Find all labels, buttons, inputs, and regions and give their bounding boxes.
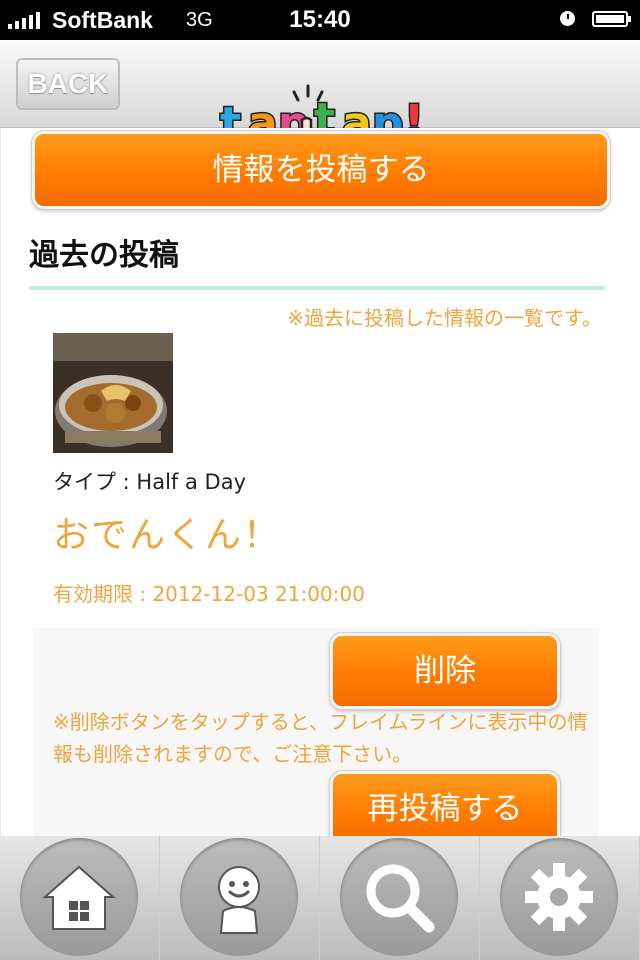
profile-icon xyxy=(218,866,260,934)
section-divider xyxy=(29,286,605,290)
list-note: ※過去に投稿した情報の一覧です。 xyxy=(287,306,602,330)
back-button[interactable]: BACK xyxy=(16,58,120,110)
alarm-clock-icon xyxy=(560,11,575,26)
post-info-button[interactable]: 情報を投稿する xyxy=(35,134,607,206)
delete-button[interactable]: 削除 xyxy=(333,636,557,706)
status-time: 15:40 xyxy=(289,6,351,33)
post-type-label: タイプ : Half a Day xyxy=(53,470,246,494)
delete-warning: ※削除ボタンをタップすると、フレイムラインに表示中の情報も削除されますので、ご注… xyxy=(53,710,588,766)
repost-button[interactable]: 再投稿する xyxy=(333,774,557,836)
nav-bar: BACK t a p t a p ! xyxy=(0,40,640,165)
main-content: 情報を投稿する 過去の投稿 ※過去に投稿した情報の一覧です。 タイプ : Hal… xyxy=(0,128,640,836)
status-bar: SoftBank 3G 15:40 xyxy=(0,0,640,40)
home-icon xyxy=(42,865,116,930)
post-actions-panel: 削除 ※削除ボタンをタップすると、フレイムラインに表示中の情報も削除されますので… xyxy=(33,628,599,836)
tab-home[interactable] xyxy=(0,836,160,960)
search-icon xyxy=(366,864,435,933)
post-thumbnail[interactable] xyxy=(53,333,173,453)
tab-bar xyxy=(0,836,640,960)
tab-search[interactable] xyxy=(320,836,480,960)
section-title: 過去の投稿 xyxy=(29,238,179,273)
gear-icon xyxy=(525,863,593,931)
tab-profile[interactable] xyxy=(160,836,320,960)
post-title: おでんくん！ xyxy=(53,515,282,556)
post-expiry: 有効期限 : 2012-12-03 21:00:00 xyxy=(53,582,365,606)
tab-settings[interactable] xyxy=(480,836,640,960)
battery-icon xyxy=(592,11,631,27)
